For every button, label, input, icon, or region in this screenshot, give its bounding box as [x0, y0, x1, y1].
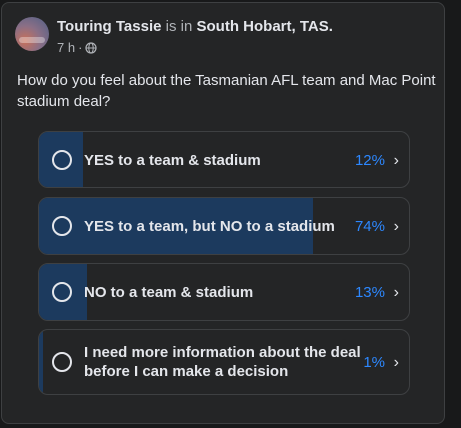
poll-option-label: NO to a team & stadium: [84, 284, 254, 301]
poll-option-label: YES to a team & stadium: [84, 152, 261, 169]
poll-option-label: I need more information about the deal b…: [84, 344, 361, 380]
location-name[interactable]: South Hobart, TAS.: [197, 18, 333, 35]
chevron-right-icon[interactable]: ›: [394, 353, 399, 372]
poll-option-percent: 13%: [354, 284, 385, 301]
poll-option-percent: 1%: [363, 354, 385, 371]
chevron-right-icon[interactable]: ›: [394, 283, 399, 302]
poll-option-percent: 74%: [354, 218, 385, 235]
avatar[interactable]: [15, 17, 49, 51]
radio-button[interactable]: [52, 352, 72, 372]
connector-text: is in: [165, 18, 193, 35]
poll-option-percent: 12%: [354, 152, 385, 169]
chevron-right-icon[interactable]: ›: [394, 217, 399, 236]
author-name[interactable]: Touring Tassie: [57, 18, 161, 35]
poll-option-fill: [39, 330, 43, 394]
poll-option[interactable]: YES to a team, but NO to a stadium 74% ›: [38, 197, 410, 255]
radio-button[interactable]: [52, 282, 72, 302]
poll-option[interactable]: NO to a team & stadium 13% ›: [38, 263, 410, 321]
globe-icon: [85, 41, 98, 54]
chevron-right-icon[interactable]: ›: [394, 151, 399, 170]
poll-option-label: YES to a team, but NO to a stadium: [84, 218, 335, 235]
post-card: Touring Tassie is in South Hobart, TAS. …: [1, 2, 445, 424]
radio-button[interactable]: [52, 216, 72, 236]
poll-option[interactable]: I need more information about the deal b…: [38, 329, 410, 395]
post-header: Touring Tassie is in South Hobart, TAS.: [57, 18, 333, 35]
poll-option[interactable]: YES to a team & stadium 12% ›: [38, 131, 410, 188]
poll-question: How do you feel about the Tasmanian AFL …: [17, 72, 436, 110]
post-meta: 7 h ·: [57, 40, 98, 55]
radio-button[interactable]: [52, 150, 72, 170]
meta-separator: ·: [78, 40, 83, 55]
post-time[interactable]: 7 h: [57, 40, 75, 55]
